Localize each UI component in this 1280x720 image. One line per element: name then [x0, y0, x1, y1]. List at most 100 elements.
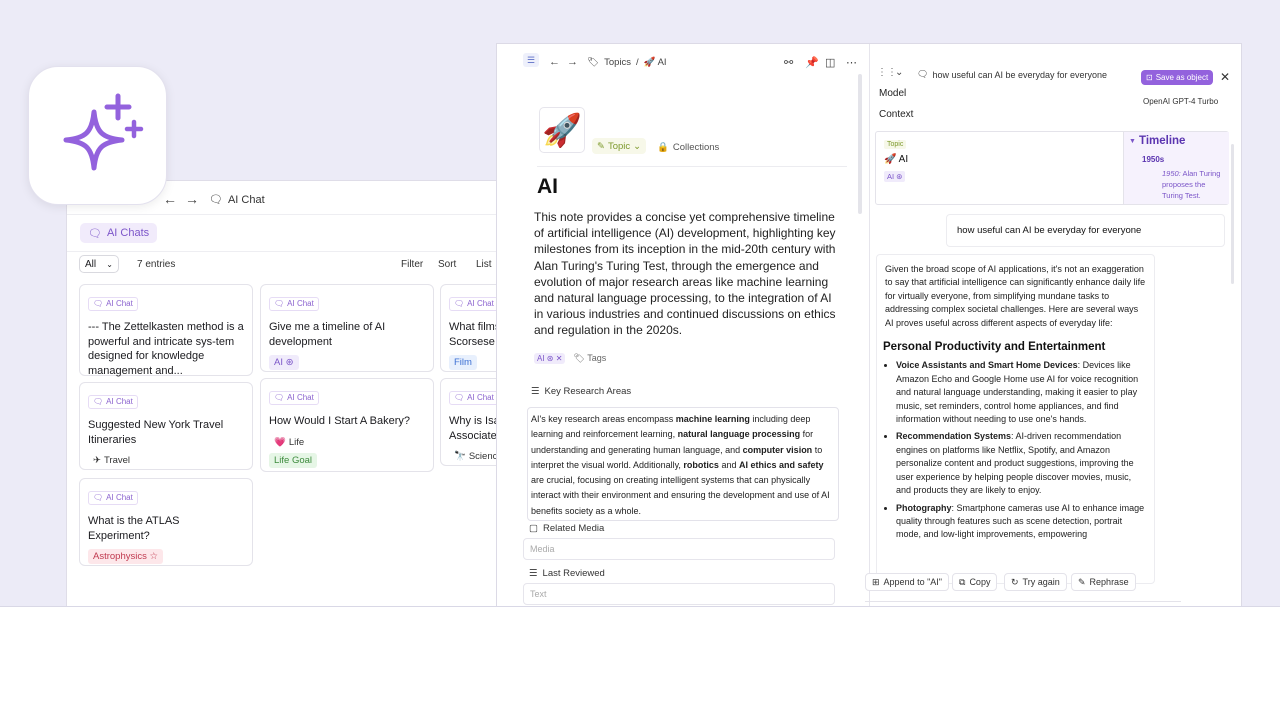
card-badge: 🗨 AI Chat: [269, 296, 319, 311]
share-icon[interactable]: ⚯: [784, 56, 793, 69]
card-title: --- The Zettelkasten method is a powerfu…: [88, 321, 244, 377]
forward-arrow-icon[interactable]: →: [567, 56, 578, 68]
model-select[interactable]: OpenAI GPT-4 Turbo: [1143, 97, 1218, 106]
context-topic-pill: Topic: [884, 140, 907, 149]
tag-travel[interactable]: ✈ Travel: [88, 453, 135, 468]
app-icon[interactable]: [28, 66, 167, 205]
chevron-down-icon[interactable]: ⌄: [895, 67, 903, 78]
collection-pill-label: AI Chats: [106, 227, 150, 239]
note-emoji[interactable]: 🚀: [539, 107, 585, 153]
type-pill-label: Topic: [607, 140, 631, 152]
context-label: Context: [879, 109, 914, 120]
list-item: Photography: Smartphone cameras use AI t…: [896, 502, 1146, 542]
related-media-label: ▢ Related Media: [529, 523, 605, 534]
breadcrumb-separator: /: [636, 57, 639, 68]
chat-icon: 🗨: [93, 493, 104, 502]
chat-card[interactable]: 🗨 AI Chat --- The Zettelkasten method is …: [79, 284, 253, 377]
user-message: how useful can AI be everyday for everyo…: [946, 214, 1225, 247]
tag-film[interactable]: Film: [449, 355, 477, 370]
save-icon: ⊡: [1146, 73, 1153, 82]
lock-icon: 🔒: [657, 142, 669, 153]
tag-astrophysics[interactable]: Astrophysics ☆: [88, 549, 164, 564]
related-media-field[interactable]: Media: [523, 538, 835, 560]
answer-intro: Given the broad scope of AI applications…: [885, 264, 1146, 328]
sidebar-toggle-icon[interactable]: ☰: [523, 53, 539, 67]
card-badge: 🗨 AI Chat: [88, 394, 138, 409]
list-button[interactable]: List: [476, 259, 492, 270]
save-as-object-button[interactable]: ⊡ Save as object: [1141, 70, 1214, 85]
panel-divider[interactable]: [869, 44, 870, 619]
key-research-label: ☰ Key Research Areas: [531, 386, 632, 397]
tag-life-goal[interactable]: Life Goal: [269, 452, 318, 468]
assistant-message: Given the broad scope of AI applications…: [876, 254, 1155, 584]
timeline-preview[interactable]: ▼ Timeline 1950s 1950: Alan Turing propo…: [1123, 132, 1229, 204]
rephrase-button[interactable]: ✎ Rephrase: [1071, 573, 1136, 591]
card-title: How Would I Start A Bakery?: [269, 415, 411, 427]
filter-select-value: All: [85, 258, 97, 270]
chat-icon: 🗨: [274, 299, 285, 308]
collection-window: ← → 🗨 AI Chat 🗨 AI Chats All ⌄ 7 entries…: [66, 180, 526, 620]
breadcrumb: 🏷 Topics / 🚀 AI: [587, 57, 667, 68]
context-note-title[interactable]: 🚀 AI: [884, 154, 908, 165]
chat-card[interactable]: 🗨 AI Chat How Would I Start A Bakery? 💗 Li…: [260, 378, 434, 472]
last-reviewed-field[interactable]: Text: [523, 583, 835, 605]
pin-icon[interactable]: 📌: [805, 56, 819, 69]
note-body[interactable]: This note provides a concise yet compreh…: [534, 209, 844, 339]
forward-arrow-icon[interactable]: →: [185, 191, 199, 207]
tags-button[interactable]: 🏷 Tags: [573, 353, 606, 364]
breadcrumb-current[interactable]: 🚀 AI: [644, 57, 667, 68]
chat-icon: 🗨: [93, 397, 104, 406]
breadcrumb-label: AI Chat: [227, 193, 265, 206]
caret-down-icon: ▼: [1129, 138, 1136, 145]
note-scrollbar[interactable]: [858, 74, 862, 214]
sort-button[interactable]: Sort: [438, 259, 456, 270]
card-badge: 🗨 AI Chat: [88, 490, 138, 505]
breadcrumb-parent[interactable]: Topics: [604, 57, 631, 68]
context-box: Topic 🚀 AI AI ⊛ ▼ Timeline 1950s 1950: A…: [875, 131, 1229, 205]
text-icon: ☰: [529, 568, 538, 579]
tag-ai[interactable]: AI ⊛ ✕: [534, 353, 566, 364]
media-icon: ▢: [529, 523, 538, 534]
collections-button[interactable]: 🔒 Collections: [657, 142, 719, 153]
more-icon[interactable]: ⋯: [846, 56, 857, 69]
type-pill[interactable]: ✎ Topic ⌄: [592, 138, 647, 154]
try-again-button[interactable]: ↻ Try again: [1004, 573, 1067, 591]
chevron-down-icon: ⌄: [633, 140, 642, 152]
telescope-icon: 🔭: [454, 451, 466, 462]
card-title: Suggested New York Travel Itineraries: [88, 419, 224, 446]
card-badge: 🗨 AI Chat: [269, 390, 319, 405]
panel-icon[interactable]: ◫: [825, 56, 835, 69]
tag-life[interactable]: 💗 Life: [269, 435, 309, 450]
chat-title: 🗨 how useful can AI be everyday for ever…: [917, 69, 1108, 80]
sparkles-icon: [63, 93, 143, 170]
divider: [537, 166, 847, 167]
drag-handle-icon[interactable]: ⋮⋮: [877, 67, 897, 78]
key-research-field[interactable]: AI's key research areas encompass machin…: [527, 407, 839, 521]
card-badge: 🗨 AI Chat: [449, 390, 499, 405]
view-filter-select[interactable]: All ⌄: [79, 255, 119, 273]
back-arrow-icon[interactable]: ←: [549, 56, 560, 68]
append-icon: ⊞: [872, 576, 880, 587]
breadcrumb[interactable]: 🗨 AI Chat: [209, 193, 265, 207]
chat-card[interactable]: 🗨 AI Chat Suggested New York Travel Itine…: [79, 382, 253, 470]
close-icon[interactable]: ✕: [1220, 70, 1230, 84]
back-arrow-icon[interactable]: ←: [163, 191, 177, 207]
chat-scrollbar[interactable]: [1231, 144, 1234, 284]
chat-card[interactable]: 🗨 AI Chat What is the ATLAS Experiment? A…: [79, 478, 253, 566]
note-title[interactable]: AI: [537, 175, 558, 199]
answer-heading: Personal Productivity and Entertainment: [883, 341, 1106, 354]
collection-pill[interactable]: 🗨 AI Chats: [80, 223, 158, 243]
copy-icon: ⧉: [959, 576, 966, 587]
filter-button[interactable]: Filter: [401, 259, 423, 270]
pencil-icon: ✎: [1078, 576, 1086, 587]
tag-ai[interactable]: AI ⊛: [269, 355, 299, 370]
chat-icon: 🗨: [454, 393, 465, 402]
tags-row: AI ⊛ ✕ 🏷 Tags: [534, 353, 606, 364]
list-icon: ☰: [531, 386, 540, 397]
copy-button[interactable]: ⧉ Copy: [952, 573, 998, 591]
context-tag: AI ⊛: [884, 171, 906, 182]
append-button[interactable]: ⊞ Append to "AI": [865, 573, 949, 591]
chat-card[interactable]: 🗨 AI Chat Give me a timeline of AI develo…: [260, 284, 434, 372]
list-item: Recommendation Systems: AI-driven recomm…: [896, 430, 1146, 497]
card-title: Give me a timeline of AI development: [269, 321, 386, 348]
